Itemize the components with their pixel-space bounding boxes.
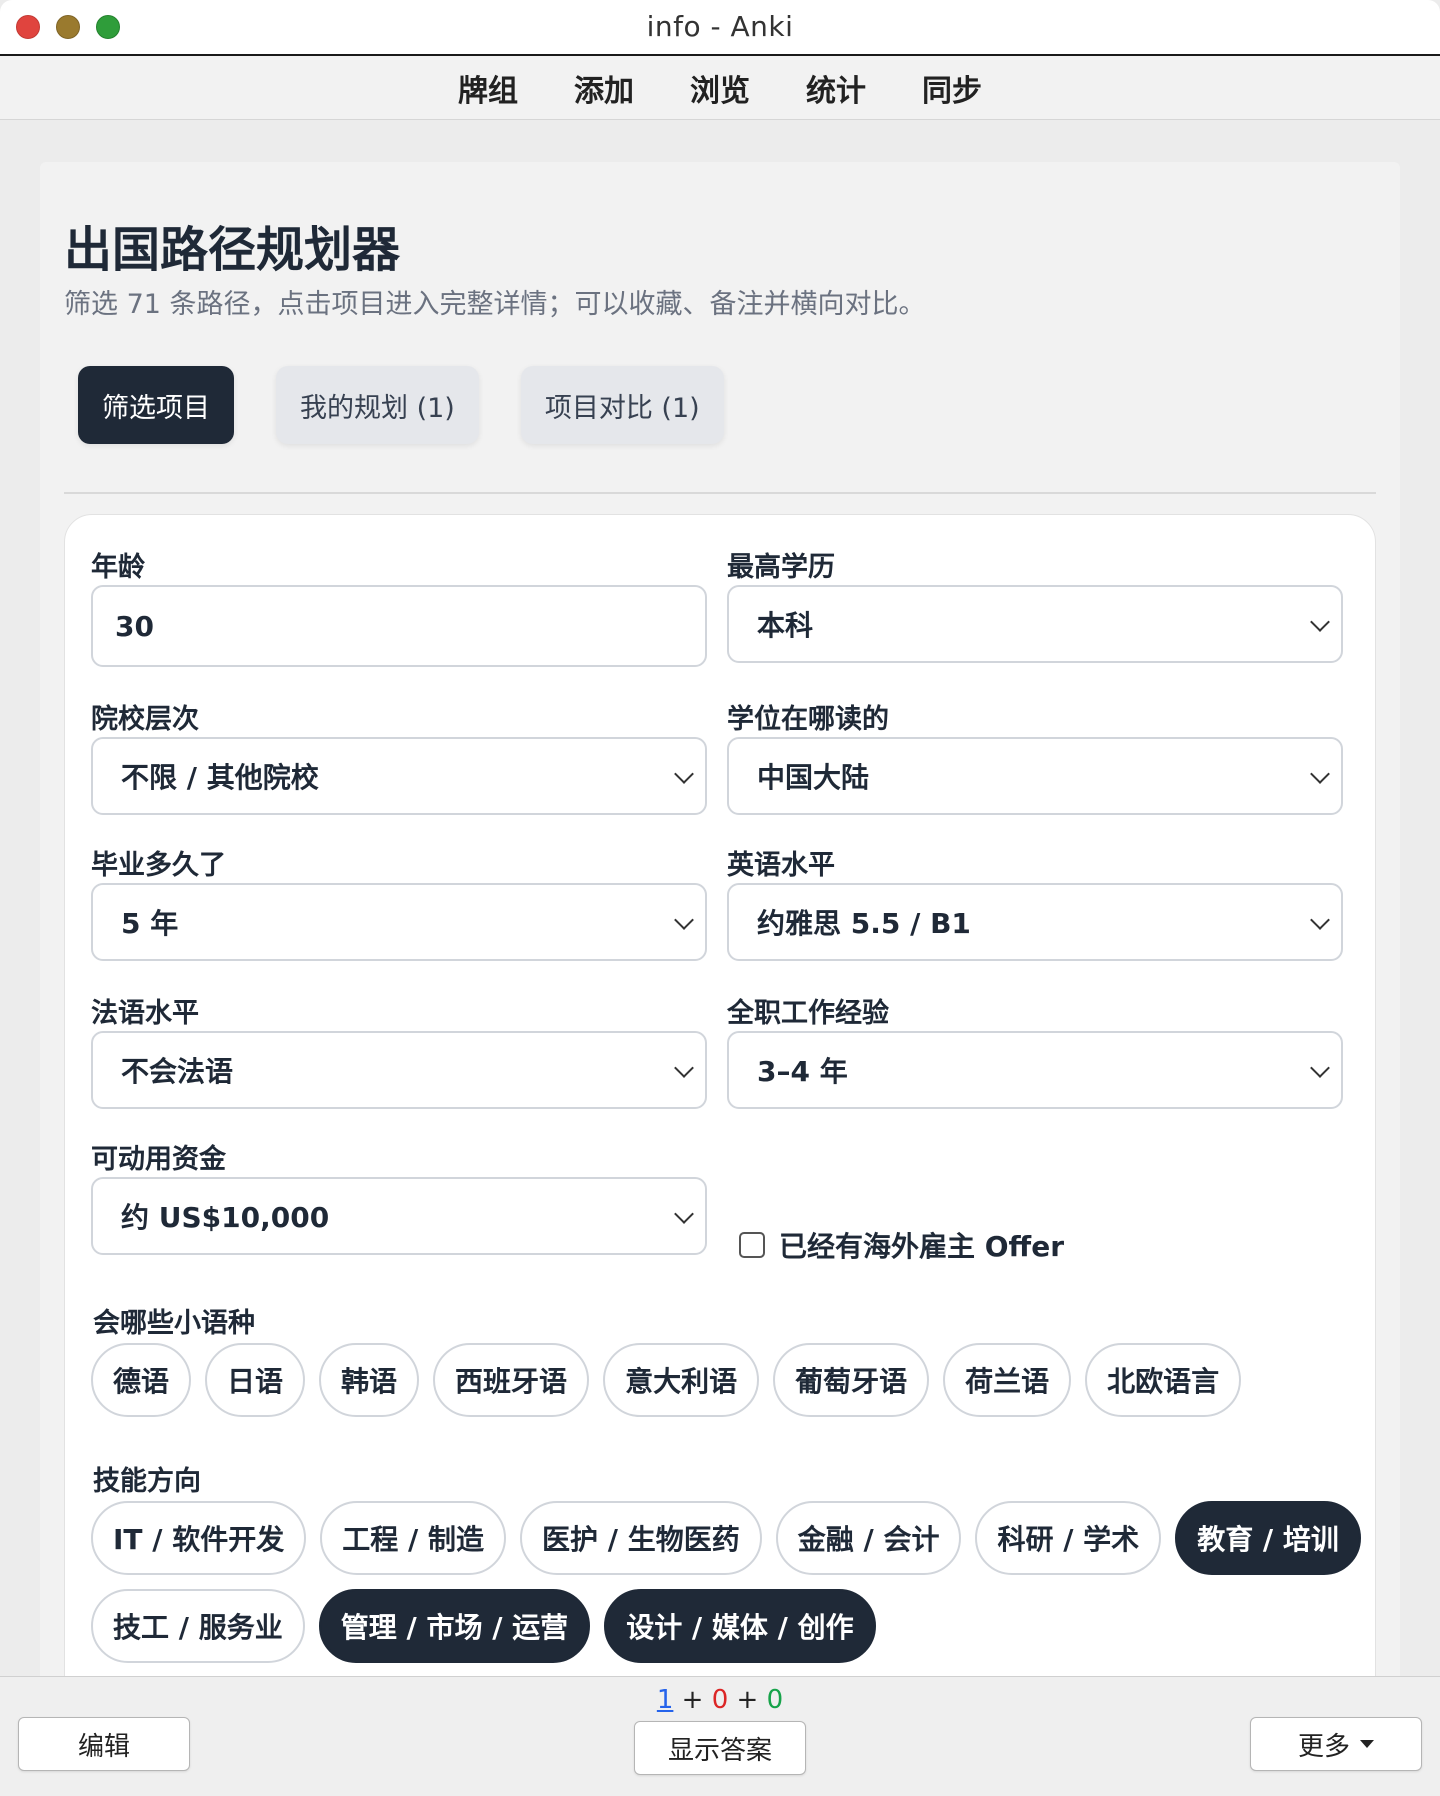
work-experience-select[interactable]: 3–4 年	[727, 1031, 1343, 1109]
skill-pill-selected[interactable]: 管理 / 市场 / 运营	[318, 1589, 591, 1663]
language-pill[interactable]: 荷兰语	[943, 1343, 1072, 1417]
plus-sign: +	[736, 1685, 759, 1715]
menu-decks[interactable]: 牌组	[458, 66, 518, 110]
window-title: info - Anki	[646, 10, 794, 43]
learn-count: 0	[711, 1685, 729, 1715]
due-counts: 1 + 0 + 0	[0, 1685, 1440, 1715]
menu-stats[interactable]: 统计	[806, 66, 866, 110]
chevron-down-icon	[674, 910, 694, 930]
plus-sign: +	[681, 1685, 704, 1715]
skills-pills-row1: IT / 软件开发 工程 / 制造 医护 / 生物医药 金融 / 会计 科研 /…	[91, 1501, 1361, 1575]
language-pill[interactable]: 德语	[91, 1343, 192, 1417]
work-experience-label: 全职工作经验	[727, 998, 889, 1029]
school-level-label: 院校层次	[91, 704, 199, 735]
chevron-down-icon	[674, 1204, 694, 1224]
skill-pill[interactable]: 工程 / 制造	[320, 1501, 506, 1575]
offer-checkbox-row[interactable]: 已经有海外雇主 Offer	[739, 1225, 1064, 1265]
chevron-down-icon	[1310, 612, 1330, 632]
language-pill[interactable]: 葡萄牙语	[773, 1343, 930, 1417]
bottom-bar: 1 + 0 + 0 编辑 显示答案 更多	[0, 1676, 1440, 1796]
skill-pill[interactable]: 金融 / 会计	[775, 1501, 962, 1575]
funds-label: 可动用资金	[91, 1144, 226, 1175]
english-label: 英语水平	[727, 850, 835, 881]
skill-pill-selected[interactable]: 教育 / 培训	[1175, 1501, 1361, 1575]
title-bar: info - Anki	[0, 0, 1440, 56]
tab-compare[interactable]: 项目对比 (1)	[520, 366, 724, 444]
french-label: 法语水平	[91, 998, 199, 1029]
skill-pill[interactable]: IT / 软件开发	[91, 1501, 307, 1575]
menu-browse[interactable]: 浏览	[690, 66, 750, 110]
school-level-value: 不限 / 其他院校	[121, 761, 319, 794]
funds-value: 约 US$10,000	[121, 1201, 330, 1234]
chevron-down-icon	[674, 1058, 694, 1078]
age-input[interactable]: 30	[91, 585, 707, 667]
filter-form: 年龄 30 最高学历 本科 院校层次 不限 / 其他院校 学位在哪读的 中国大陆…	[64, 514, 1376, 1682]
tab-filter[interactable]: 筛选项目	[78, 366, 234, 444]
language-pill[interactable]: 意大利语	[603, 1343, 760, 1417]
language-pill[interactable]: 北欧语言	[1085, 1343, 1242, 1417]
skill-pill[interactable]: 科研 / 学术	[975, 1501, 1162, 1575]
funds-select[interactable]: 约 US$10,000	[91, 1177, 707, 1255]
chevron-down-icon	[674, 764, 694, 784]
skill-pill[interactable]: 医护 / 生物医药	[519, 1501, 762, 1575]
chevron-down-icon	[1310, 1058, 1330, 1078]
language-pill[interactable]: 西班牙语	[433, 1343, 590, 1417]
school-level-select[interactable]: 不限 / 其他院校	[91, 737, 707, 815]
divider	[64, 492, 1376, 494]
degree-location-value: 中国大陆	[757, 761, 870, 794]
card-content: 出国路径规划器 筛选 71 条路径，点击项目进入完整详情；可以收藏、备注并横向对…	[40, 162, 1400, 1682]
years-since-grad-select[interactable]: 5 年	[91, 883, 707, 961]
menu-sync[interactable]: 同步	[922, 66, 982, 110]
show-answer-button[interactable]: 显示答案	[634, 1721, 806, 1775]
languages-label: 会哪些小语种	[93, 1308, 255, 1339]
chevron-down-icon	[1310, 910, 1330, 930]
skill-pill-selected[interactable]: 设计 / 媒体 / 创作	[604, 1589, 876, 1663]
french-value: 不会法语	[121, 1055, 234, 1088]
skills-label: 技能方向	[93, 1466, 201, 1497]
skills-pills-row2: 技工 / 服务业 管理 / 市场 / 运营 设计 / 媒体 / 创作	[91, 1589, 876, 1663]
page-subtitle: 筛选 71 条路径，点击项目进入完整详情；可以收藏、备注并横向对比。	[64, 289, 926, 320]
tab-bar: 筛选项目 我的规划 (1) 项目对比 (1)	[78, 366, 724, 444]
new-count[interactable]: 1	[657, 1685, 674, 1715]
edit-button[interactable]: 编辑	[18, 1717, 190, 1771]
caret-down-icon	[1360, 1740, 1374, 1748]
english-select[interactable]: 约雅思 5.5 / B1	[727, 883, 1343, 961]
age-label: 年龄	[91, 552, 145, 583]
skill-pill[interactable]: 技工 / 服务业	[91, 1589, 305, 1663]
language-pill[interactable]: 韩语	[319, 1343, 420, 1417]
education-select[interactable]: 本科	[727, 585, 1343, 663]
education-value: 本科	[757, 609, 814, 642]
review-count: 0	[766, 1685, 784, 1715]
languages-pills: 德语 日语 韩语 西班牙语 意大利语 葡萄牙语 荷兰语 北欧语言	[91, 1343, 1242, 1417]
chevron-down-icon	[1310, 764, 1330, 784]
more-button[interactable]: 更多	[1250, 1717, 1422, 1771]
age-value: 30	[115, 609, 154, 643]
top-menu: 牌组 添加 浏览 统计 同步	[0, 56, 1440, 120]
french-select[interactable]: 不会法语	[91, 1031, 707, 1109]
more-label: 更多	[1297, 1731, 1350, 1762]
menu-add[interactable]: 添加	[574, 66, 634, 110]
english-value: 约雅思 5.5 / B1	[757, 907, 971, 940]
education-label: 最高学历	[727, 552, 835, 583]
language-pill[interactable]: 日语	[205, 1343, 306, 1417]
work-experience-value: 3–4 年	[757, 1055, 848, 1088]
degree-location-select[interactable]: 中国大陆	[727, 737, 1343, 815]
page-title: 出国路径规划器	[64, 222, 401, 278]
offer-checkbox-label[interactable]: 已经有海外雇主 Offer	[779, 1225, 1064, 1265]
offer-checkbox[interactable]	[739, 1232, 765, 1258]
tab-my-plan[interactable]: 我的规划 (1)	[276, 366, 479, 444]
years-since-grad-value: 5 年	[121, 907, 179, 940]
years-since-grad-label: 毕业多久了	[91, 850, 226, 881]
degree-location-label: 学位在哪读的	[727, 704, 889, 735]
